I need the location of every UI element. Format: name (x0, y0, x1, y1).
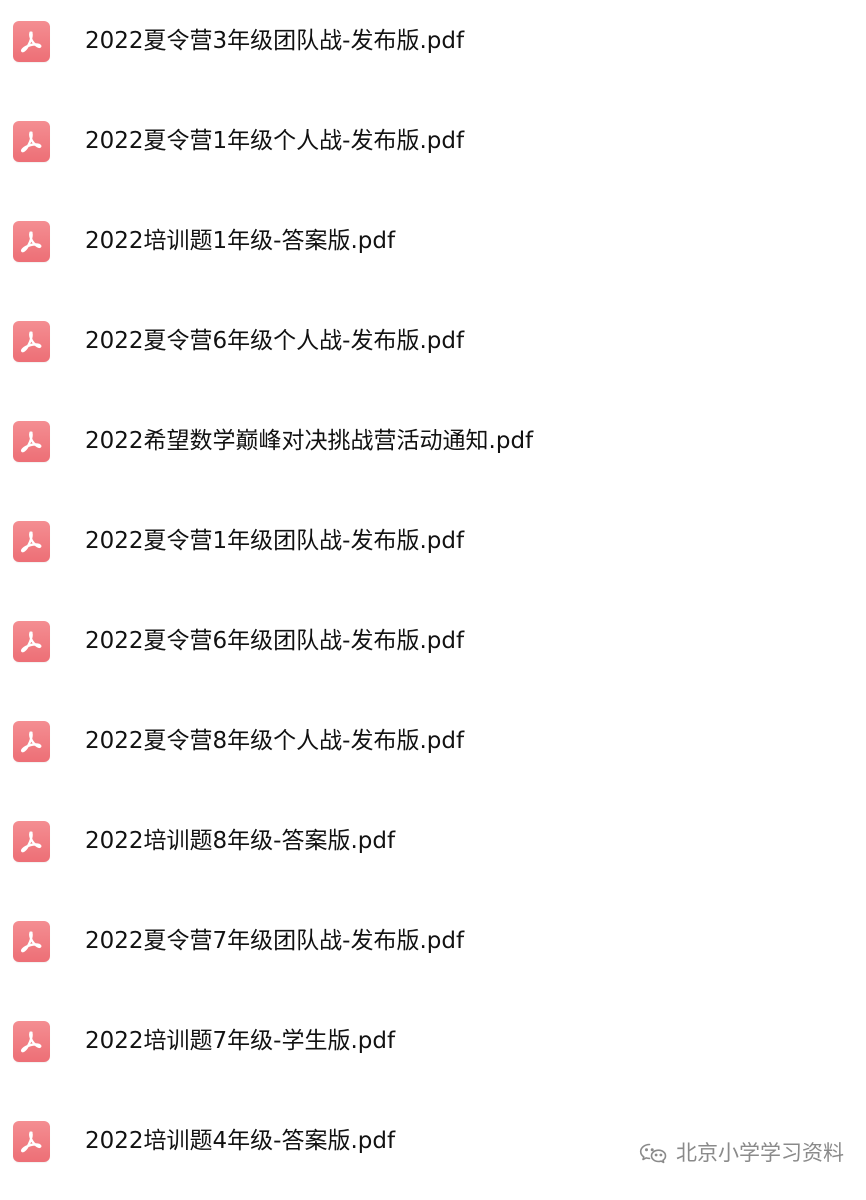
file-row-8[interactable]: 2022夏令营8年级个人战-发布版.pdf (0, 700, 866, 800)
file-row-10[interactable]: 2022夏令营7年级团队战-发布版.pdf (0, 900, 866, 1000)
file-name: 2022夏令营3年级团队战-发布版.pdf (85, 28, 465, 54)
pdf-icon (13, 521, 50, 562)
file-name: 2022夏令营1年级团队战-发布版.pdf (85, 528, 465, 554)
file-name: 2022夏令营1年级个人战-发布版.pdf (85, 128, 465, 154)
file-name: 2022夏令营6年级个人战-发布版.pdf (85, 328, 465, 354)
file-row-6[interactable]: 2022夏令营1年级团队战-发布版.pdf (0, 500, 866, 600)
file-name: 2022培训题8年级-答案版.pdf (85, 828, 396, 854)
file-name: 2022夏令营7年级团队战-发布版.pdf (85, 928, 465, 954)
pdf-icon (13, 21, 50, 62)
pdf-icon (13, 221, 50, 262)
file-row-7[interactable]: 2022夏令营6年级团队战-发布版.pdf (0, 600, 866, 700)
pdf-icon (13, 1021, 50, 1062)
file-row-3[interactable]: 2022培训题1年级-答案版.pdf (0, 200, 866, 300)
pdf-icon (13, 721, 50, 762)
file-row-5[interactable]: 2022希望数学巅峰对决挑战营活动通知.pdf (0, 400, 866, 500)
pdf-icon (13, 621, 50, 662)
pdf-icon (13, 421, 50, 462)
file-row-9[interactable]: 2022培训题8年级-答案版.pdf (0, 800, 866, 900)
pdf-icon (13, 321, 50, 362)
file-name: 2022培训题7年级-学生版.pdf (85, 1028, 396, 1054)
file-name: 2022培训题1年级-答案版.pdf (85, 228, 396, 254)
pdf-icon (13, 821, 50, 862)
file-name: 2022培训题4年级-答案版.pdf (85, 1128, 396, 1154)
pdf-icon (13, 921, 50, 962)
file-row-2[interactable]: 2022夏令营1年级个人战-发布版.pdf (0, 100, 866, 200)
pdf-icon (13, 121, 50, 162)
file-name: 2022希望数学巅峰对决挑战营活动通知.pdf (85, 428, 534, 454)
file-row-4[interactable]: 2022夏令营6年级个人战-发布版.pdf (0, 300, 866, 400)
file-row-11[interactable]: 2022培训题7年级-学生版.pdf (0, 1000, 866, 1100)
watermark-text: 北京小学学习资料 (676, 1141, 844, 1165)
wechat-icon (639, 1143, 667, 1164)
file-name: 2022夏令营8年级个人战-发布版.pdf (85, 728, 465, 754)
file-list: 2022夏令营3年级团队战-发布版.pdf 2022夏令营1年级个人战-发布版.… (0, 0, 866, 1190)
watermark: 北京小学学习资料 (638, 1138, 844, 1168)
file-name: 2022夏令营6年级团队战-发布版.pdf (85, 628, 465, 654)
pdf-icon (13, 1121, 50, 1162)
file-row-1[interactable]: 2022夏令营3年级团队战-发布版.pdf (0, 0, 866, 100)
